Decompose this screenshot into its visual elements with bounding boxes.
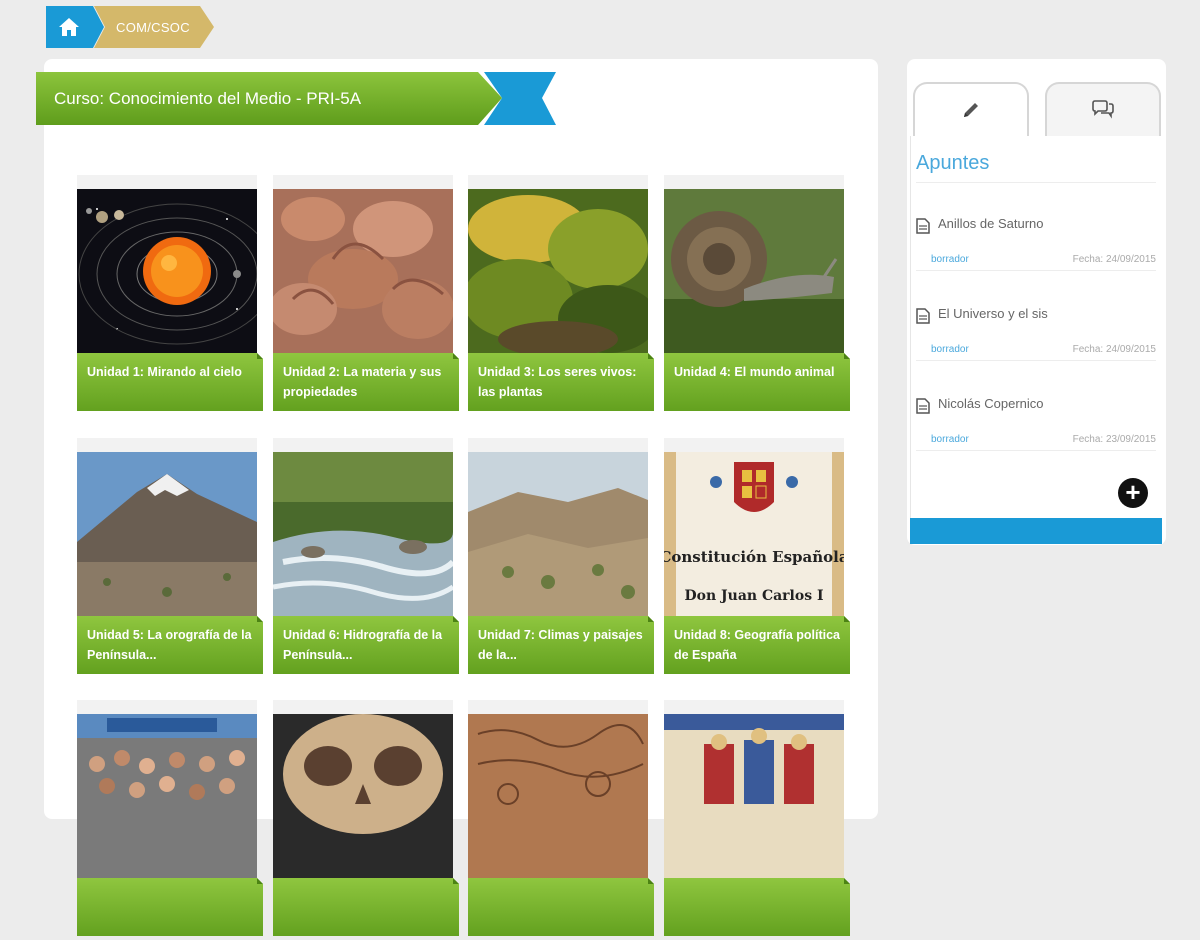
unit-title: Unidad 5: La orografía de la Península..…: [77, 616, 263, 674]
unit-title: Unidad 2: La materia y sus propiedades: [273, 353, 459, 411]
note-title: Anillos de Saturno: [938, 216, 1044, 231]
note-item[interactable]: Nicolás Copernico borrador Fecha: 23/09/…: [916, 390, 1156, 451]
breadcrumb-course-label: COM/CSOC: [116, 19, 190, 35]
note-title: El Universo y el sis: [938, 306, 1048, 321]
unit-thumbnail-plants: [468, 189, 648, 353]
unit-thumbnail-river: [273, 452, 453, 616]
plus-icon: +: [1125, 477, 1141, 507]
unit-card-7[interactable]: Unidad 7: Climas y paisajes de la...: [468, 438, 654, 678]
note-title: Nicolás Copernico: [938, 396, 1044, 411]
unit-card-12[interactable]: [664, 700, 850, 940]
pencil-icon: [964, 103, 978, 117]
note-status: borrador: [931, 434, 969, 445]
document-icon: [916, 218, 930, 234]
notes-heading: Apuntes: [916, 152, 1156, 183]
thumbnail-text-line2: Don Juan Carlos I: [684, 588, 823, 604]
unit-title: Unidad 7: Climas y paisajes de la...: [468, 616, 654, 674]
unit-thumbnail-medieval: [664, 714, 844, 878]
unit-title: Unidad 8: Geografía política de España: [664, 616, 850, 674]
unit-title: Unidad 6: Hidrografía de la Península...: [273, 616, 459, 674]
unit-card-9[interactable]: [77, 700, 263, 940]
home-icon: [59, 18, 79, 36]
unit-card-3[interactable]: Unidad 3: Los seres vivos: las plantas: [468, 175, 654, 415]
panel-footer-bar: [910, 518, 1162, 544]
unit-card-2[interactable]: Unidad 2: La materia y sus propiedades: [273, 175, 459, 415]
document-icon: [916, 398, 930, 414]
note-date: Fecha: 24/09/2015: [1072, 254, 1156, 265]
unit-title: Unidad 3: Los seres vivos: las plantas: [468, 353, 654, 411]
note-date: Fecha: 23/09/2015: [1072, 434, 1156, 445]
note-status: borrador: [931, 344, 969, 355]
note-status: borrador: [931, 254, 969, 265]
add-note-button[interactable]: +: [1118, 478, 1148, 508]
course-banner: Curso: Conocimiento del Medio - PRI-5A: [36, 72, 556, 125]
unit-thumbnail-landscape: [468, 452, 648, 616]
unit-title: [664, 878, 850, 936]
unit-title: [468, 878, 654, 936]
unit-title: [273, 878, 459, 936]
unit-title: [77, 878, 263, 936]
unit-card-5[interactable]: Unidad 5: La orografía de la Península..…: [77, 438, 263, 678]
thumbnail-text-line1: Constitución Española: [664, 548, 844, 566]
unit-thumbnail-skull: [273, 714, 453, 878]
unit-title: Unidad 1: Mirando al cielo: [77, 353, 263, 411]
unit-card-1[interactable]: Unidad 1: Mirando al cielo: [77, 175, 263, 415]
unit-thumbnail-ancient-map: [468, 714, 648, 878]
course-title-text: Curso: Conocimiento del Medio - PRI-5A: [54, 88, 362, 108]
tab-notes[interactable]: [913, 82, 1029, 136]
course-title: Curso: Conocimiento del Medio - PRI-5A: [36, 72, 502, 125]
breadcrumb: COM/CSOC: [46, 6, 216, 48]
document-icon: [916, 308, 930, 324]
unit-card-10[interactable]: [273, 700, 459, 940]
note-item[interactable]: El Universo y el sis borrador Fecha: 24/…: [916, 300, 1156, 361]
unit-thumbnail-crowd: [77, 714, 257, 878]
unit-thumbnail-snail: [664, 189, 844, 353]
unit-title: Unidad 4: El mundo animal: [664, 353, 850, 411]
unit-thumbnail-desert-rose: [273, 189, 453, 353]
unit-card-11[interactable]: [468, 700, 654, 940]
note-date: Fecha: 24/09/2015: [1072, 344, 1156, 355]
tab-chat[interactable]: [1045, 82, 1161, 136]
unit-card-6[interactable]: Unidad 6: Hidrografía de la Península...: [273, 438, 459, 678]
chat-icon: [1092, 100, 1114, 119]
unit-card-8[interactable]: Constitución Española Don Juan Carlos I …: [664, 438, 850, 678]
breadcrumb-home[interactable]: [46, 6, 104, 48]
unit-thumbnail-mountain: [77, 452, 257, 616]
unit-thumbnail-constitution: Constitución Española Don Juan Carlos I: [664, 452, 844, 616]
note-item[interactable]: Anillos de Saturno borrador Fecha: 24/09…: [916, 210, 1156, 271]
unit-card-4[interactable]: Unidad 4: El mundo animal: [664, 175, 850, 415]
breadcrumb-course[interactable]: COM/CSOC: [94, 6, 214, 48]
unit-thumbnail-solar-system: [77, 189, 257, 353]
